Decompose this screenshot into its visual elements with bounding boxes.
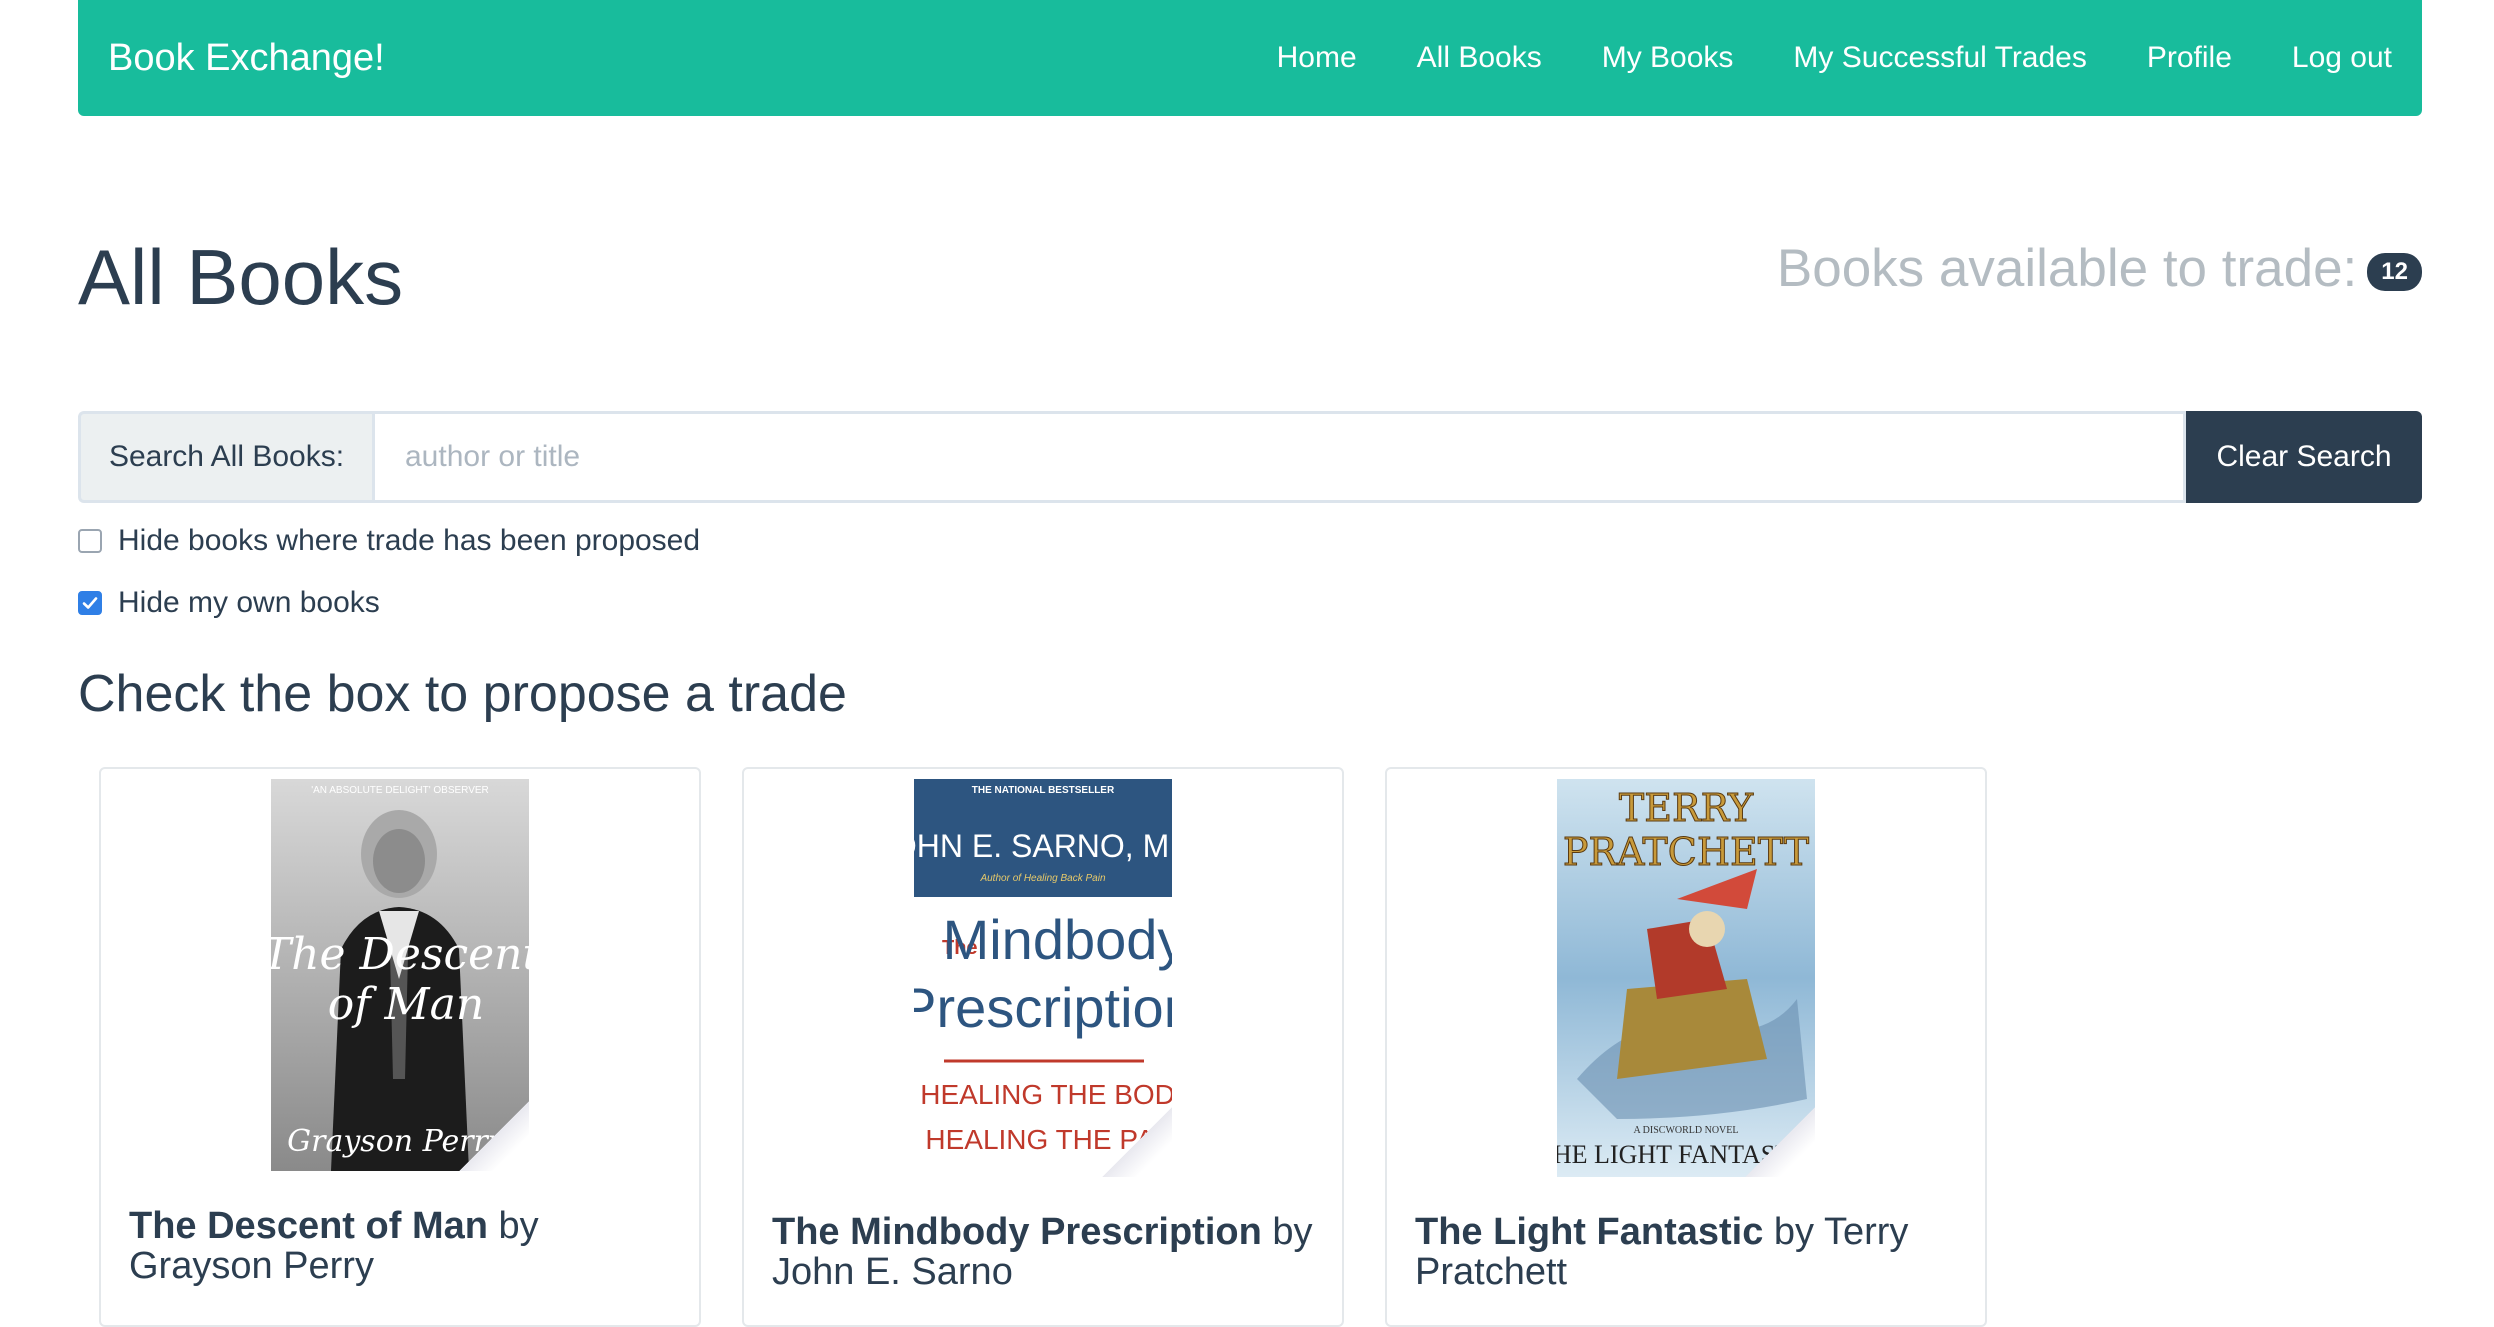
propose-trade-heading: Check the box to propose a trade xyxy=(78,665,847,723)
checkmark-icon xyxy=(82,597,98,609)
book-card[interactable]: THE NATIONAL BESTSELLER JOHN E. SARNO, M… xyxy=(742,767,1344,1327)
svg-text:HEALING THE BODY,: HEALING THE BODY, xyxy=(920,1079,1172,1110)
page-curl xyxy=(1745,1107,1815,1177)
book-by: by xyxy=(1773,1211,1815,1253)
book-by: by xyxy=(498,1205,539,1247)
svg-text:Author of Healing Back Pain: Author of Healing Back Pain xyxy=(979,873,1106,884)
nav-my-books[interactable]: My Books xyxy=(1572,41,1764,75)
book-title[interactable]: The Light Fantastic xyxy=(1415,1211,1763,1253)
nav-home[interactable]: Home xyxy=(1247,41,1387,75)
book-caption: The Light Fantastic by Terry Pratchett xyxy=(1415,1211,1965,1293)
book-by: by xyxy=(1272,1211,1313,1253)
filter-hide-own[interactable]: Hide my own books xyxy=(78,586,380,620)
book-title[interactable]: The Descent of Man xyxy=(129,1205,488,1247)
hide-own-checkbox[interactable] xyxy=(78,591,102,615)
book-caption: The Descent of Man by Grayson Perry xyxy=(129,1205,679,1287)
page-curl xyxy=(1102,1107,1172,1177)
book-card[interactable]: 'AN ABSOLUTE DELIGHT' OBSERVER The Desce… xyxy=(99,767,701,1327)
book-cover-image[interactable]: 'AN ABSOLUTE DELIGHT' OBSERVER The Desce… xyxy=(271,779,529,1171)
svg-text:THE NATIONAL BESTSELLER: THE NATIONAL BESTSELLER xyxy=(972,785,1115,796)
hide-proposed-checkbox[interactable] xyxy=(78,529,102,553)
book-author: Grayson Perry xyxy=(129,1244,374,1287)
svg-text:Mindbody: Mindbody xyxy=(943,908,1172,971)
nav-links: Home All Books My Books My Successful Tr… xyxy=(1247,41,2392,75)
nav-profile[interactable]: Profile xyxy=(2117,41,2262,75)
book-cover-image[interactable]: THE NATIONAL BESTSELLER JOHN E. SARNO, M… xyxy=(914,779,1172,1177)
svg-text:The Descent: The Descent xyxy=(271,929,529,980)
brand-link[interactable]: Book Exchange! xyxy=(108,37,385,80)
hide-proposed-label[interactable]: Hide books where trade has been proposed xyxy=(118,524,700,558)
search-input[interactable] xyxy=(372,411,2186,503)
svg-text:JOHN E. SARNO, M.D.: JOHN E. SARNO, M.D. xyxy=(914,828,1172,864)
books-available-label: Books available to trade: xyxy=(1776,239,2358,298)
svg-text:of Man: of Man xyxy=(328,979,484,1030)
books-available: Books available to trade: 12 xyxy=(1777,238,2422,299)
svg-text:TERRY: TERRY xyxy=(1619,786,1754,830)
nav-all-books[interactable]: All Books xyxy=(1387,41,1572,75)
filter-hide-proposed[interactable]: Hide books where trade has been proposed xyxy=(78,524,700,558)
book-author: John E. Sarno xyxy=(772,1250,1013,1293)
svg-text:Prescription: Prescription xyxy=(914,976,1172,1039)
book-title[interactable]: The Mindbody Prescription xyxy=(772,1211,1262,1253)
book-cover-image[interactable]: TERRY PRATCHETT A DISCWORLD NOVEL THE LI… xyxy=(1557,779,1815,1177)
svg-text:'AN ABSOLUTE DELIGHT' OBSERVER: 'AN ABSOLUTE DELIGHT' OBSERVER xyxy=(311,785,489,796)
search-group: Search All Books: Clear Search xyxy=(78,411,2422,503)
svg-text:A DISCWORLD NOVEL: A DISCWORLD NOVEL xyxy=(1634,1125,1739,1136)
clear-search-button[interactable]: Clear Search xyxy=(2186,411,2422,503)
page-title: All Books xyxy=(78,233,404,321)
navbar: Book Exchange! Home All Books My Books M… xyxy=(78,0,2422,116)
nav-log-out[interactable]: Log out xyxy=(2262,41,2392,75)
page-curl xyxy=(459,1101,529,1171)
search-label: Search All Books: xyxy=(78,411,372,503)
book-caption: The Mindbody Prescription by John E. Sar… xyxy=(772,1211,1322,1293)
books-available-count-badge: 12 xyxy=(2367,252,2422,291)
hide-own-label[interactable]: Hide my own books xyxy=(118,586,380,620)
svg-text:PRATCHETT: PRATCHETT xyxy=(1563,830,1809,874)
nav-my-successful-trades[interactable]: My Successful Trades xyxy=(1763,41,2116,75)
book-card[interactable]: TERRY PRATCHETT A DISCWORLD NOVEL THE LI… xyxy=(1385,767,1987,1327)
